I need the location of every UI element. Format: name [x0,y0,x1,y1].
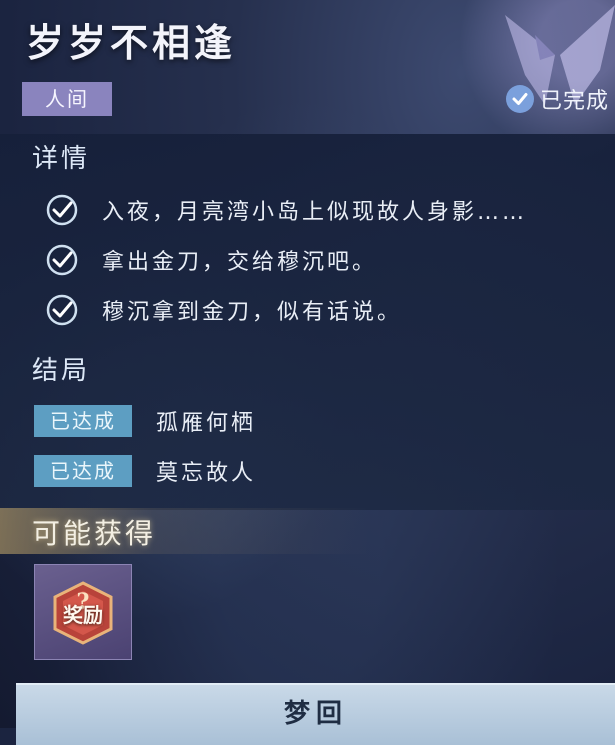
status-label: 已完成 [539,89,609,114]
detail-item: 穆沉拿到金刀，似有话说。 [44,292,402,328]
check-circle-icon [46,194,78,226]
detail-item: 入夜，月亮湾小岛上似现故人身影…… [44,192,527,228]
achieved-badge: 已达成 [34,455,132,487]
ending-item[interactable]: 已达成 莫忘故人 [34,455,256,487]
rewards-header: 可能获得 [0,508,615,554]
quest-status: 已完成 [505,82,609,116]
detail-text: 入夜，月亮湾小岛上似现故人身影…… [102,200,528,225]
detail-text: 穆沉拿到金刀，似有话说。 [102,300,403,325]
completed-check-icon [505,85,534,113]
ending-item[interactable]: 已达成 孤雁何栖 [34,405,256,437]
reward-label: 奖励 [63,603,103,627]
quest-category-tag: 人间 [22,82,112,116]
ending-name: 孤雁何栖 [156,411,257,436]
ending-name: 莫忘故人 [156,461,257,486]
detail-item: 拿出金刀，交给穆沉吧。 [44,242,377,278]
rewards-heading: 可能获得 [32,517,157,550]
quest-title: 岁岁不相逢 [26,20,237,65]
achieved-badge: 已达成 [34,405,132,437]
reward-item[interactable]: ? 奖励 [34,564,132,660]
dream-return-label: 梦回 [283,699,348,729]
dream-return-button[interactable]: 梦回 [16,683,615,745]
check-circle-icon [46,244,78,276]
details-heading: 详情 [32,144,91,174]
detail-text: 拿出金刀，交给穆沉吧。 [102,250,378,275]
check-circle-icon [46,294,78,326]
endings-heading: 结局 [32,356,91,386]
